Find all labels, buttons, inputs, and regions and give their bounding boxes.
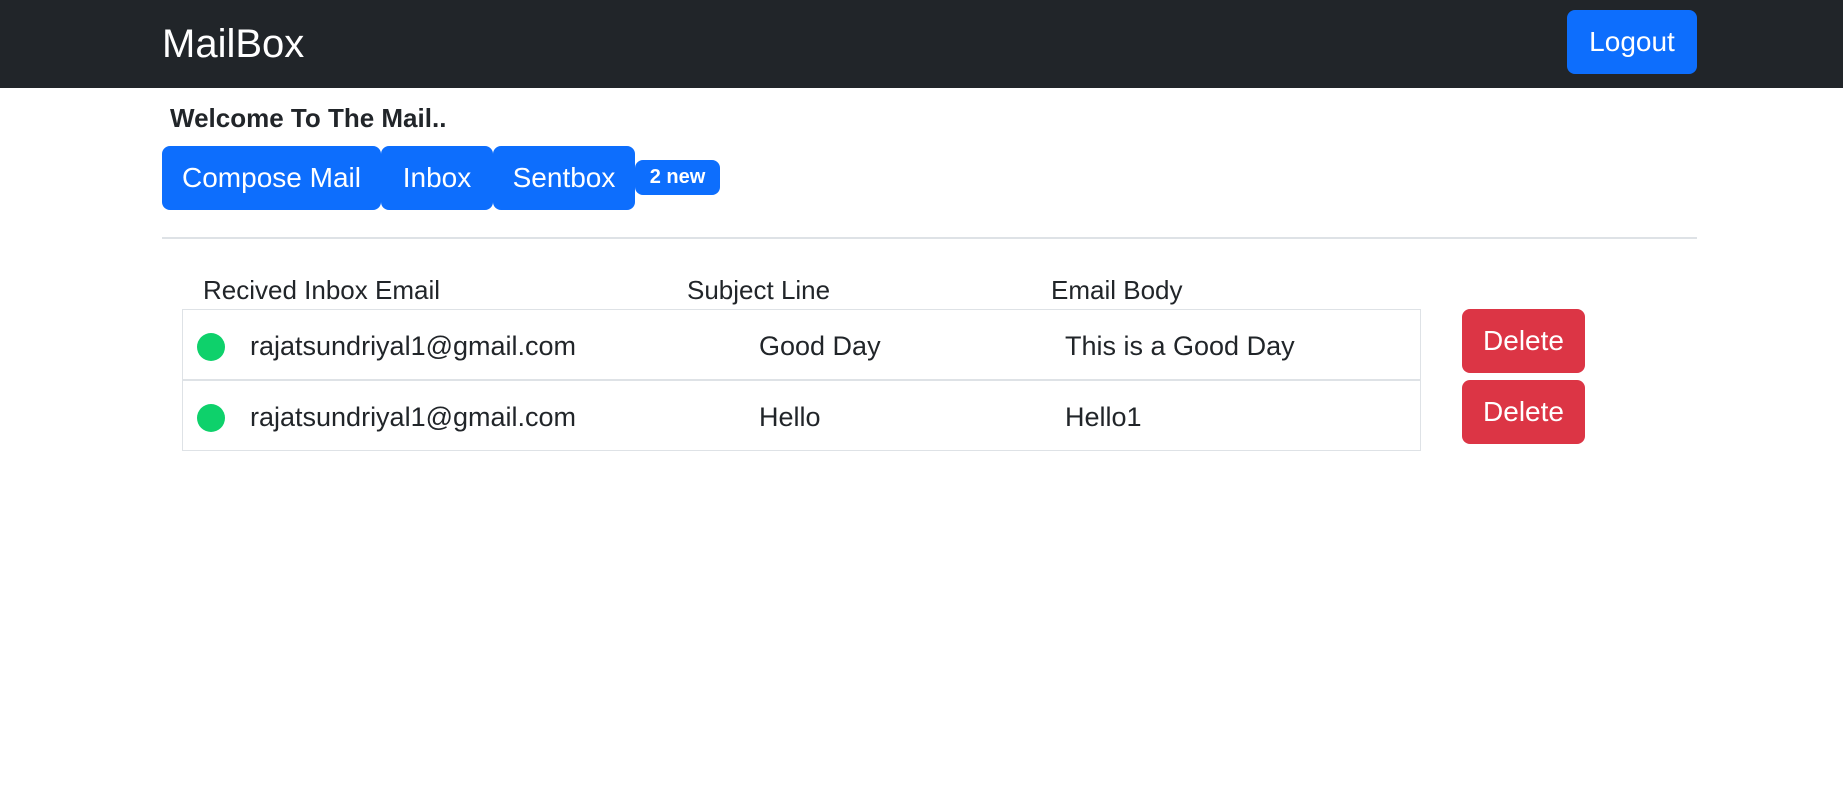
row-subject: Good Day (759, 331, 881, 361)
row-sender-email: rajatsundriyal1@gmail.com (250, 402, 577, 432)
delete-button[interactable]: Delete (1462, 380, 1585, 444)
inbox-button[interactable]: Inbox (381, 146, 493, 210)
inbox-row[interactable]: rajatsundriyal1@gmail.com Hello Hello1 (182, 380, 1421, 451)
divider (162, 237, 1697, 239)
compose-mail-button[interactable]: Compose Mail (162, 146, 381, 210)
inbox-row[interactable]: rajatsundriyal1@gmail.com Good Day This … (182, 309, 1421, 380)
logout-button[interactable]: Logout (1567, 10, 1697, 74)
header-subject-line: Subject Line (687, 275, 831, 305)
unread-dot-icon (197, 404, 225, 432)
header-email-body: Email Body (1051, 275, 1183, 305)
row-body: This is a Good Day (1065, 331, 1295, 361)
row-sender-email: rajatsundriyal1@gmail.com (250, 331, 577, 361)
new-mail-badge: 2 new (635, 160, 720, 195)
delete-button[interactable]: Delete (1462, 309, 1585, 373)
welcome-heading: Welcome To The Mail.. (170, 103, 447, 133)
row-body: Hello1 (1065, 402, 1142, 432)
sentbox-button[interactable]: Sentbox (493, 146, 635, 210)
navbar: MailBox Logout (0, 0, 1843, 88)
header-received-email: Recived Inbox Email (203, 275, 440, 305)
row-subject: Hello (759, 402, 821, 432)
brand-title[interactable]: MailBox (162, 20, 304, 68)
unread-dot-icon (197, 333, 225, 361)
